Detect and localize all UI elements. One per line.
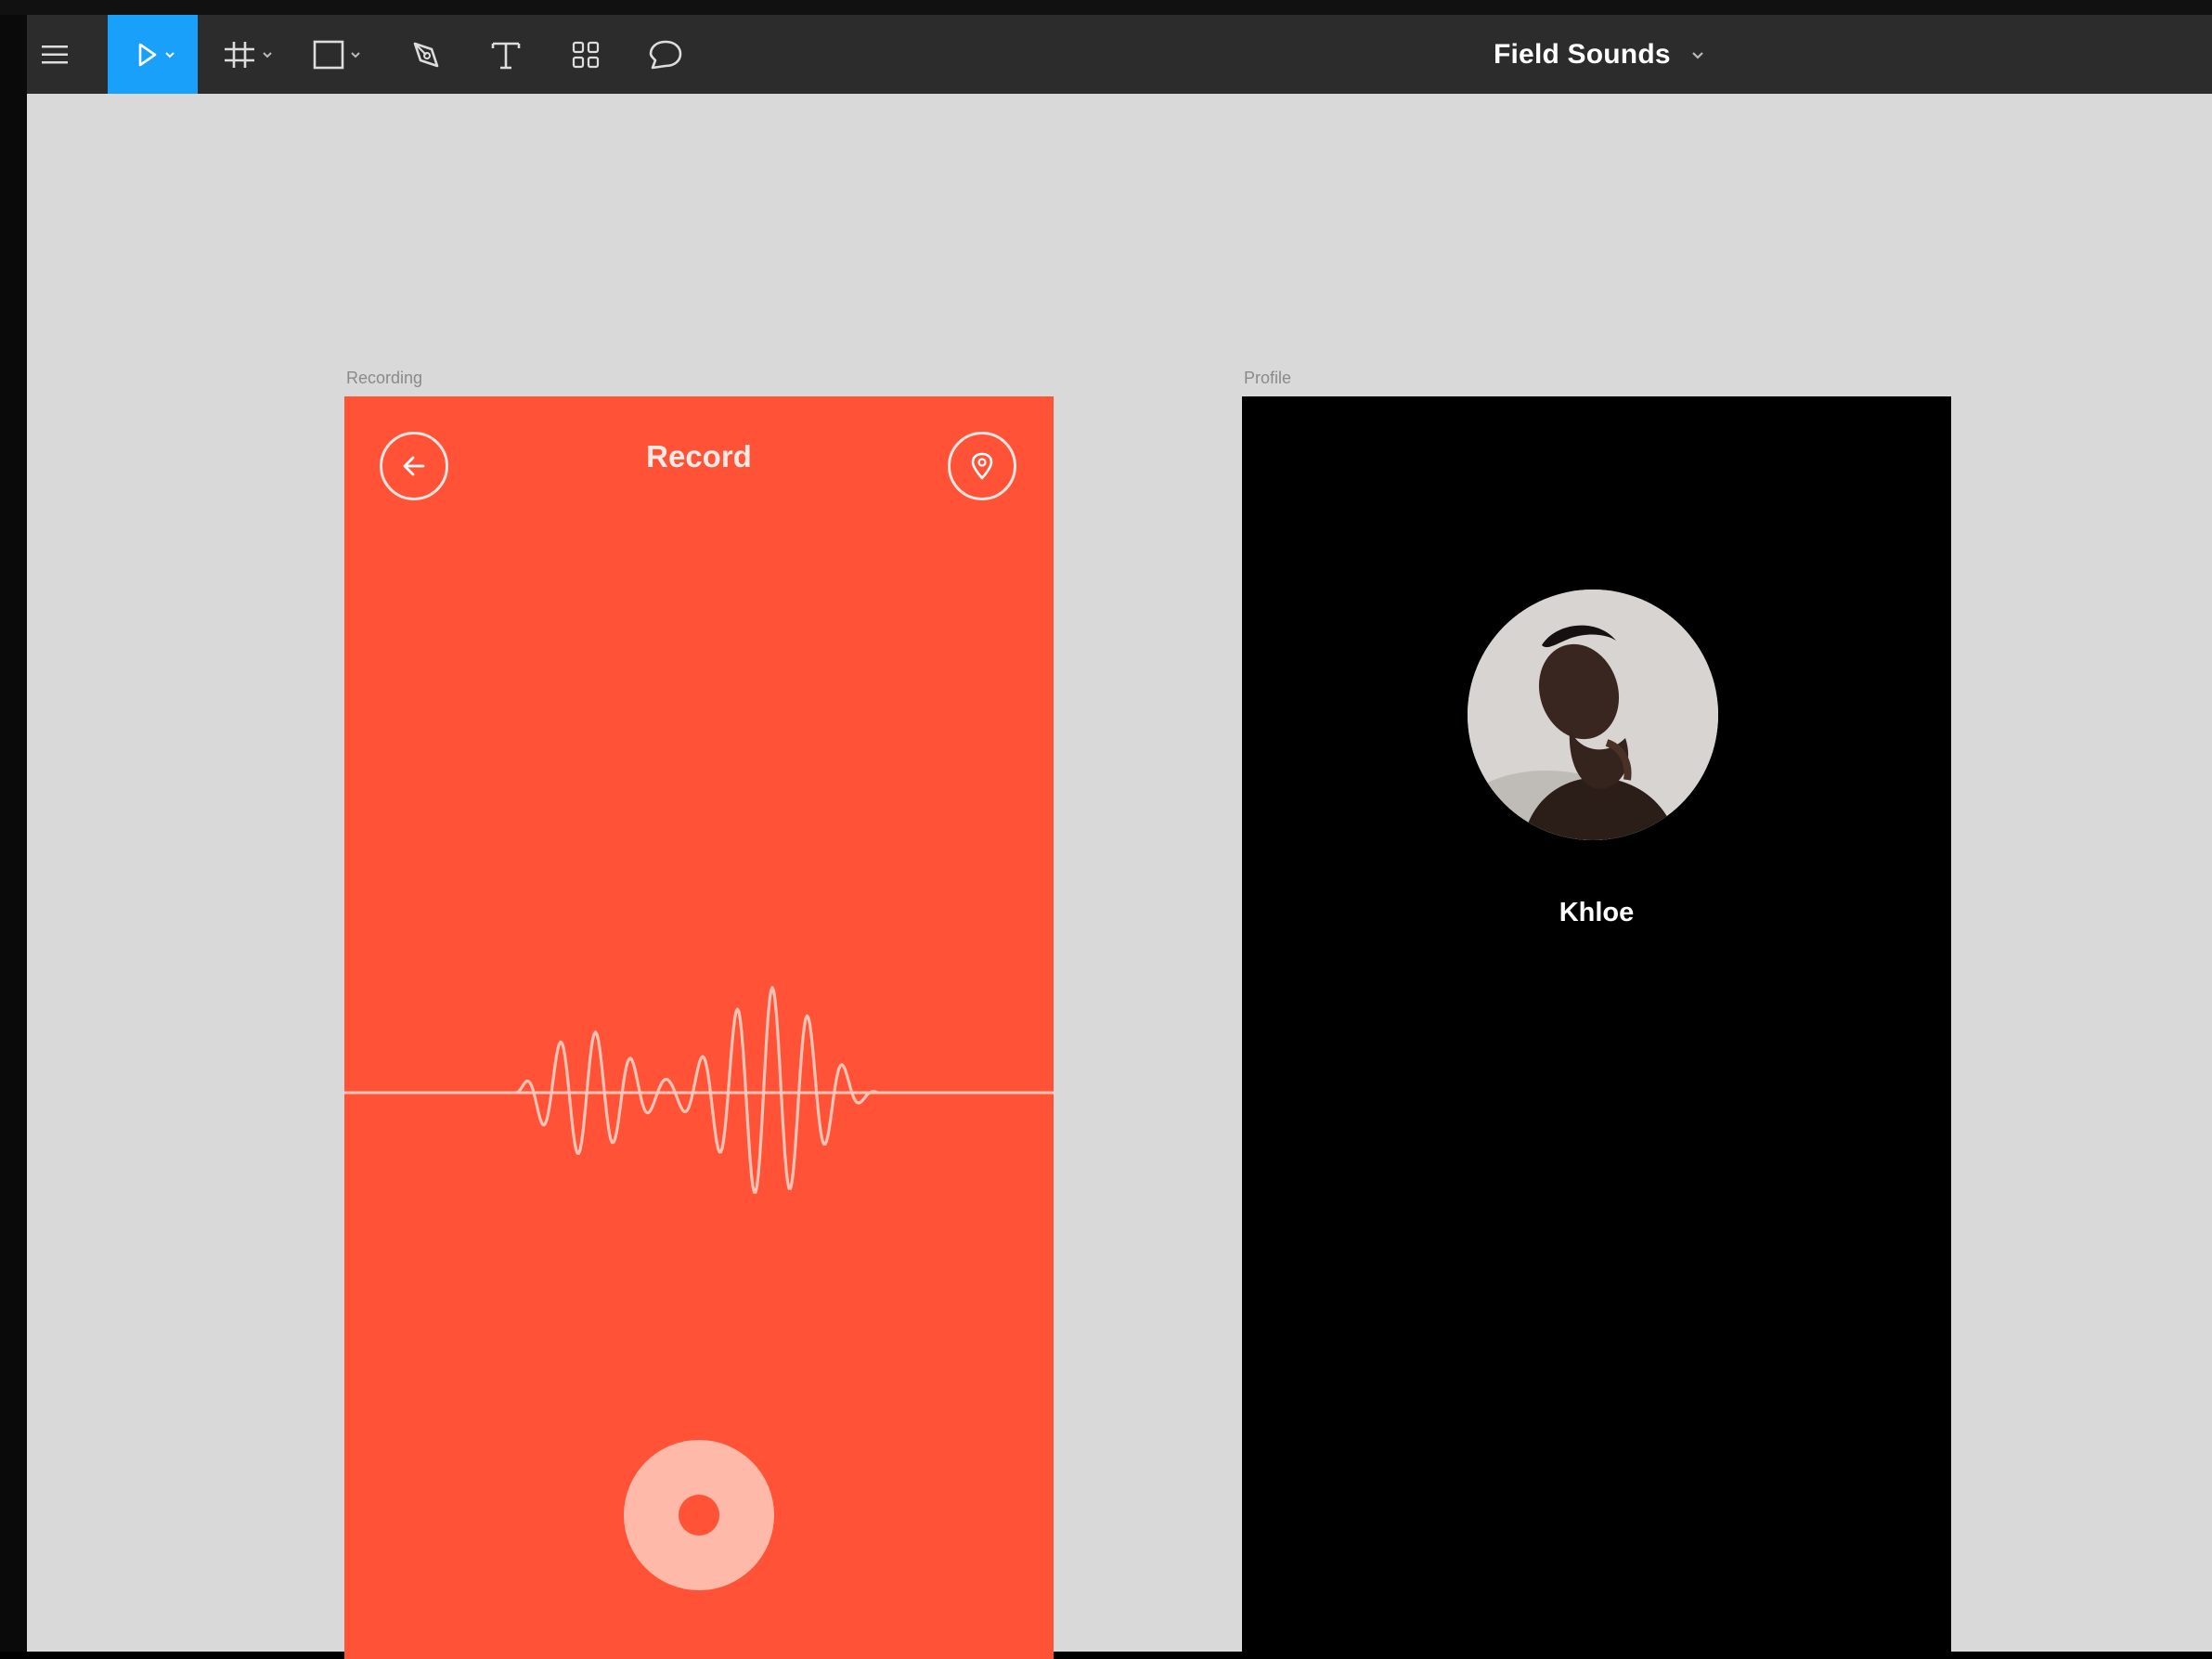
frame-label-recording[interactable]: Recording (346, 369, 422, 388)
chevron-down-icon (1691, 51, 1703, 59)
file-title: Field Sounds (1494, 38, 1671, 70)
record-button[interactable] (624, 1440, 774, 1590)
record-icon (679, 1495, 719, 1536)
comment-bubble-icon (649, 40, 682, 69)
components-tool-button[interactable] (558, 15, 614, 94)
move-cursor-icon (138, 43, 175, 66)
comment-tool-button[interactable] (636, 15, 695, 94)
move-tool-button[interactable] (108, 15, 198, 94)
shape-tool-button[interactable] (307, 15, 372, 94)
pen-icon (413, 42, 439, 67)
components-grid-icon (572, 41, 600, 68)
design-canvas[interactable]: Recording Record Profile Khloe (27, 94, 2212, 1659)
main-menu-button[interactable] (27, 15, 83, 94)
text-tool-icon (491, 42, 521, 69)
frame-tool-button[interactable] (217, 15, 282, 94)
rectangle-icon (313, 40, 360, 69)
profile-frame[interactable]: Khloe (1242, 396, 1951, 1659)
avatar-photo (1468, 590, 1718, 840)
recording-frame[interactable]: Record (344, 396, 1054, 1659)
toolbar: Field Sounds (27, 15, 2212, 94)
window-top-strip (0, 0, 2212, 15)
profile-name: Khloe (1559, 898, 1635, 927)
chevron-down-icon (164, 51, 175, 58)
frame-label-profile[interactable]: Profile (1244, 369, 1291, 388)
waveform-line (515, 986, 879, 1194)
pen-tool-button[interactable] (398, 15, 454, 94)
file-title-menu[interactable]: Field Sounds (1494, 15, 1706, 94)
frame-hash-icon (225, 41, 272, 68)
location-button[interactable] (948, 432, 1016, 500)
avatar[interactable] (1468, 590, 1718, 840)
audio-waveform (344, 986, 1054, 1194)
figma-app: Field Sounds Recording Record Profile Kh… (0, 0, 2212, 1659)
text-tool-button[interactable] (478, 15, 534, 94)
hamburger-menu-icon (42, 45, 68, 63)
location-pin-icon (971, 452, 993, 480)
